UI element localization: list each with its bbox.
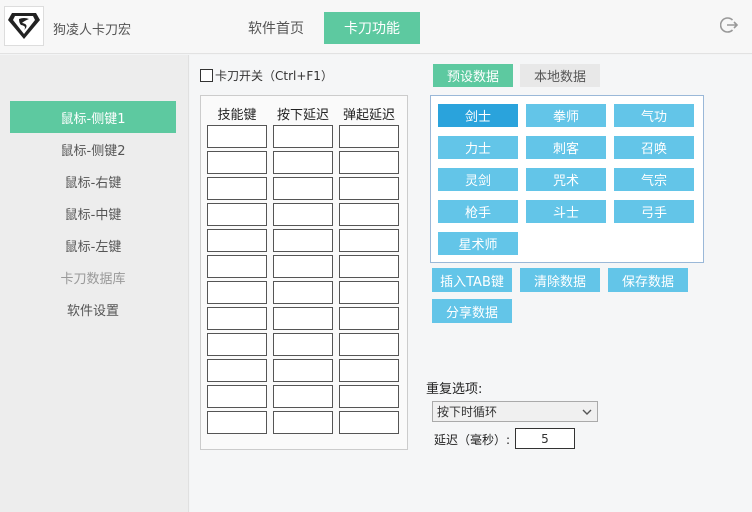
table-cell-input[interactable] bbox=[339, 333, 399, 356]
table-cell-input[interactable] bbox=[207, 229, 267, 252]
class-button-fighter[interactable]: 斗士 bbox=[526, 200, 606, 223]
class-button-spirit-sword[interactable]: 灵剑 bbox=[438, 168, 518, 191]
sidebar-item-settings[interactable]: 软件设置 bbox=[10, 293, 176, 325]
chevron-down-icon bbox=[581, 406, 593, 418]
table-cell-input[interactable] bbox=[207, 203, 267, 226]
sidebar-item-database[interactable]: 卡刀数据库 bbox=[10, 261, 176, 293]
delay-input[interactable]: 5 bbox=[515, 428, 575, 449]
toggle-label: 卡刀开关（Ctrl+F1） bbox=[215, 69, 333, 83]
table-cell-input[interactable] bbox=[339, 229, 399, 252]
sidebar-item-side-key-2[interactable]: 鼠标-侧键2 bbox=[10, 133, 176, 165]
table-cell-input[interactable] bbox=[273, 203, 333, 226]
tab-home[interactable]: 软件首页 bbox=[228, 12, 324, 44]
class-button-strongman[interactable]: 力士 bbox=[438, 136, 518, 159]
class-button-warlock[interactable]: 咒术 bbox=[526, 168, 606, 191]
class-button-assassin[interactable]: 刺客 bbox=[526, 136, 606, 159]
table-cell-input[interactable] bbox=[207, 359, 267, 382]
repeat-label: 重复选项: bbox=[426, 382, 483, 397]
class-button-qigong[interactable]: 气功 bbox=[614, 104, 694, 127]
table-cell-input[interactable] bbox=[339, 125, 399, 148]
sidebar-item-left-key[interactable]: 鼠标-左键 bbox=[10, 229, 176, 261]
superman-logo-icon bbox=[4, 6, 44, 46]
insert-tab-button[interactable]: 插入TAB键 bbox=[432, 268, 512, 292]
table-cell-input[interactable] bbox=[273, 229, 333, 252]
class-panel: 剑士 拳师 气功 力士 刺客 召唤 灵剑 咒术 气宗 枪手 斗士 弓手 星术师 bbox=[430, 95, 704, 263]
class-button-gunner[interactable]: 枪手 bbox=[438, 200, 518, 223]
table-cell-input[interactable] bbox=[207, 385, 267, 408]
table-cell-input[interactable] bbox=[339, 359, 399, 382]
table-cell-input[interactable] bbox=[339, 255, 399, 278]
table-cell-input[interactable] bbox=[339, 177, 399, 200]
table-cell-input[interactable] bbox=[339, 203, 399, 226]
class-button-astromancer[interactable]: 星术师 bbox=[438, 232, 518, 255]
col-header-release-delay: 弹起延迟 bbox=[342, 108, 395, 123]
table-cell-input[interactable] bbox=[339, 411, 399, 434]
header: 狗凌人卡刀宏 软件首页 卡刀功能 bbox=[0, 0, 752, 54]
table-cell-input[interactable] bbox=[273, 307, 333, 330]
app-title: 狗凌人卡刀宏 bbox=[53, 23, 132, 38]
table-cell-input[interactable] bbox=[207, 151, 267, 174]
table-cell-input[interactable] bbox=[273, 255, 333, 278]
table-cell-input[interactable] bbox=[273, 177, 333, 200]
table-cell-input[interactable] bbox=[273, 333, 333, 356]
card-toggle[interactable]: 卡刀开关（Ctrl+F1） bbox=[200, 67, 333, 84]
table-cell-input[interactable] bbox=[207, 281, 267, 304]
table-cell-input[interactable] bbox=[207, 125, 267, 148]
table-cell-input[interactable] bbox=[273, 359, 333, 382]
table-cell-input[interactable] bbox=[207, 307, 267, 330]
table-cell-input[interactable] bbox=[273, 125, 333, 148]
toggle-checkbox[interactable] bbox=[200, 69, 213, 82]
table-cell-input[interactable] bbox=[273, 151, 333, 174]
clear-data-button[interactable]: 清除数据 bbox=[520, 268, 600, 292]
table-cell-input[interactable] bbox=[339, 281, 399, 304]
col-header-skill-key: 技能键 bbox=[217, 108, 257, 123]
repeat-select-value: 按下时循环 bbox=[437, 405, 498, 419]
save-data-button[interactable]: 保存数据 bbox=[608, 268, 688, 292]
table-cell-input[interactable] bbox=[339, 151, 399, 174]
power-exit-icon[interactable] bbox=[719, 16, 739, 34]
class-button-summoner[interactable]: 召唤 bbox=[614, 136, 694, 159]
sidebar-item-side-key-1[interactable]: 鼠标-侧键1 bbox=[10, 101, 176, 133]
key-table: 技能键 按下延迟 弹起延迟 bbox=[200, 95, 408, 450]
repeat-select[interactable]: 按下时循环 bbox=[432, 401, 598, 422]
class-button-boxer[interactable]: 拳师 bbox=[526, 104, 606, 127]
class-button-archer[interactable]: 弓手 bbox=[614, 200, 694, 223]
sidebar: 鼠标-侧键1 鼠标-侧键2 鼠标-右键 鼠标-中键 鼠标-左键 卡刀数据库 软件… bbox=[0, 55, 189, 512]
table-cell-input[interactable] bbox=[207, 411, 267, 434]
table-cell-input[interactable] bbox=[207, 333, 267, 356]
sidebar-item-middle-key[interactable]: 鼠标-中键 bbox=[10, 197, 176, 229]
table-cell-input[interactable] bbox=[273, 281, 333, 304]
table-cell-input[interactable] bbox=[273, 385, 333, 408]
tab-local-data[interactable]: 本地数据 bbox=[520, 64, 600, 87]
class-button-qi-sect[interactable]: 气宗 bbox=[614, 168, 694, 191]
delay-label: 延迟（毫秒）: bbox=[434, 433, 511, 447]
table-cell-input[interactable] bbox=[339, 385, 399, 408]
main-panel: 卡刀开关（Ctrl+F1） 技能键 按下延迟 弹起延迟 预设数据 本地数据 剑士… bbox=[190, 55, 752, 512]
share-data-button[interactable]: 分享数据 bbox=[432, 299, 512, 323]
class-button-sword[interactable]: 剑士 bbox=[438, 104, 518, 127]
table-cell-input[interactable] bbox=[273, 411, 333, 434]
table-cell-input[interactable] bbox=[339, 307, 399, 330]
table-cell-input[interactable] bbox=[207, 255, 267, 278]
sidebar-item-right-key[interactable]: 鼠标-右键 bbox=[10, 165, 176, 197]
table-cell-input[interactable] bbox=[207, 177, 267, 200]
col-header-press-delay: 按下延迟 bbox=[276, 108, 329, 123]
tab-preset-data[interactable]: 预设数据 bbox=[433, 64, 513, 87]
tab-card-function[interactable]: 卡刀功能 bbox=[324, 12, 420, 44]
